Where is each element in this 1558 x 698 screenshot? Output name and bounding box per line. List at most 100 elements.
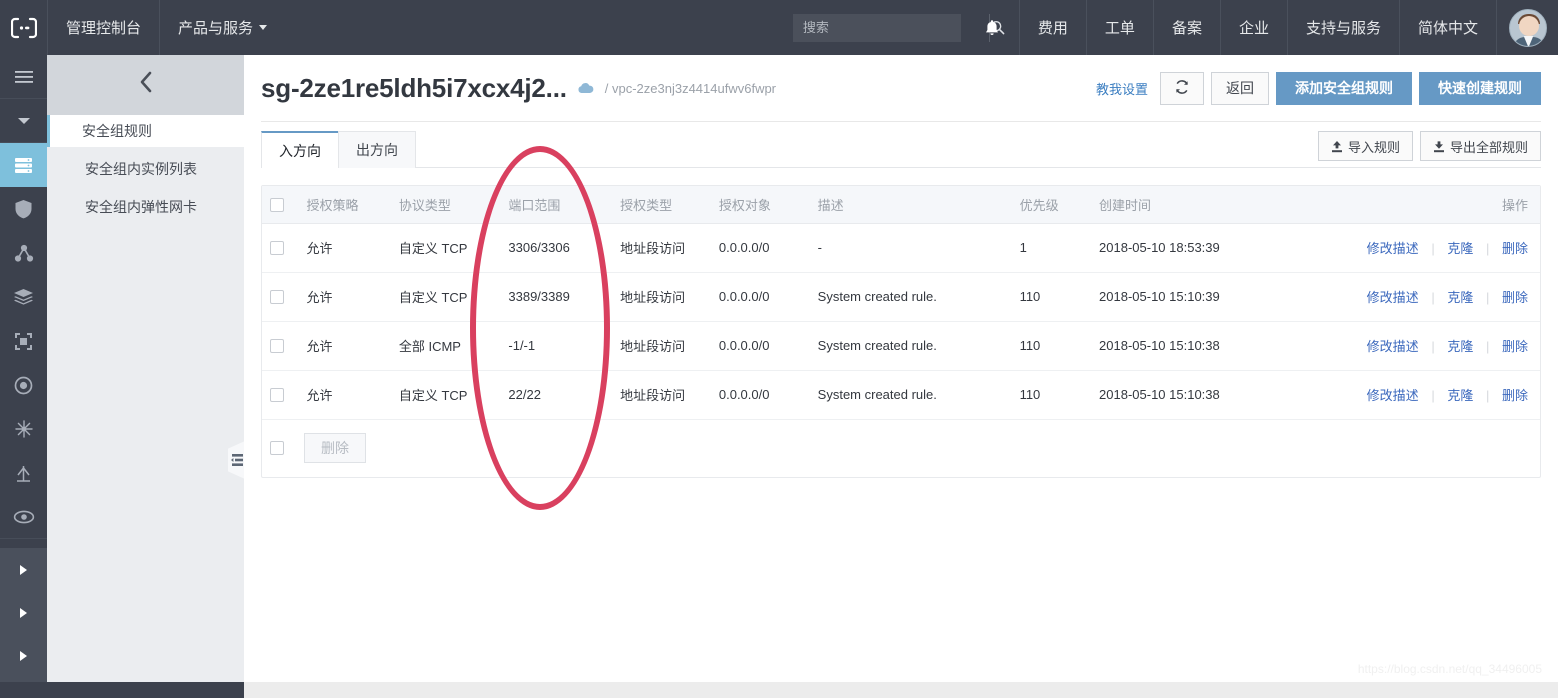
snowflake-icon[interactable] xyxy=(0,407,47,451)
triangle-right-icon[interactable] xyxy=(0,548,47,591)
triangle-right-icon[interactable] xyxy=(0,634,47,677)
column-header-protocol: 协议类型 xyxy=(390,186,501,224)
op-separator: | xyxy=(1485,388,1490,403)
nav-item-support[interactable]: 支持与服务 xyxy=(1286,0,1399,55)
cell-priority: 110 xyxy=(1011,370,1092,420)
avatar[interactable] xyxy=(1508,8,1547,47)
edit-description-link[interactable]: 修改描述 xyxy=(1367,339,1419,354)
refresh-button[interactable] xyxy=(1160,71,1204,105)
clone-link[interactable]: 克隆 xyxy=(1447,388,1473,403)
clone-link[interactable]: 克隆 xyxy=(1447,241,1473,256)
sub-sidebar: 安全组规则 安全组内实例列表 安全组内弹性网卡 xyxy=(47,55,244,698)
batch-delete-button[interactable]: 删除 xyxy=(304,433,366,464)
table-row[interactable]: 允许 自定义 TCP 22/22 地址段访问 0.0.0.0/0 System … xyxy=(262,370,1540,420)
chevron-down-icon[interactable] xyxy=(0,99,47,143)
sidebar-collapse-button[interactable] xyxy=(47,55,244,115)
sidebar-item-eni-list[interactable]: 安全组内弹性网卡 xyxy=(47,191,244,223)
delete-link[interactable]: 删除 xyxy=(1502,290,1528,305)
cell-port-range: 3306/3306 xyxy=(500,223,613,273)
row-checkbox[interactable] xyxy=(270,241,284,256)
nav-item-products-label: 产品与服务 xyxy=(178,20,254,37)
edit-description-link[interactable]: 修改描述 xyxy=(1367,388,1419,403)
target-icon[interactable] xyxy=(0,363,47,407)
sidebar-item-label: 安全组规则 xyxy=(82,123,152,139)
import-rules-button[interactable]: 导入规则 xyxy=(1317,131,1413,161)
cell-description: System created rule. xyxy=(809,321,1012,371)
header-actions: 教我设置 返回 添加安全组规则 快速创建规则 xyxy=(1096,71,1541,105)
table-footer-row: 删除 xyxy=(262,419,1540,477)
eye-icon[interactable] xyxy=(0,495,47,539)
chevron-down-icon xyxy=(259,25,268,30)
export-all-rules-button[interactable]: 导出全部规则 xyxy=(1419,131,1541,161)
column-header-priority: 优先级 xyxy=(1011,186,1092,224)
back-button[interactable]: 返回 xyxy=(1211,71,1269,105)
nav-item-tickets[interactable]: 工单 xyxy=(1085,0,1153,55)
shield-icon[interactable] xyxy=(0,187,47,231)
nav-item-tickets-label: 工单 xyxy=(1104,20,1135,37)
cell-auth-object: 0.0.0.0/0 xyxy=(710,321,810,371)
table-header-row: 授权策略 协议类型 端口范围 授权类型 授权对象 描述 优先级 创建时间 操作 xyxy=(262,186,1540,224)
search-box[interactable] xyxy=(792,13,1005,42)
sidebar-item-instance-list[interactable]: 安全组内实例列表 xyxy=(47,153,244,185)
table-row[interactable]: 允许 自定义 TCP 3389/3389 地址段访问 0.0.0.0/0 Sys… xyxy=(262,272,1540,322)
nav-item-console[interactable]: 管理控制台 xyxy=(47,0,159,55)
tab-inbound-label: 入方向 xyxy=(279,142,321,159)
row-checkbox[interactable] xyxy=(270,388,284,403)
delete-link[interactable]: 删除 xyxy=(1502,241,1528,256)
table-footer-cell: 删除 xyxy=(262,419,1540,477)
edit-description-link[interactable]: 修改描述 xyxy=(1367,290,1419,305)
select-all-checkbox[interactable] xyxy=(270,198,284,213)
search-container xyxy=(789,0,1005,55)
nav-item-icp[interactable]: 备案 xyxy=(1152,0,1220,55)
nav-item-language[interactable]: 简体中文 xyxy=(1398,0,1496,55)
console-logo-icon[interactable] xyxy=(0,0,47,55)
row-checkbox[interactable] xyxy=(270,290,284,305)
table-row[interactable]: 允许 全部 ICMP -1/-1 地址段访问 0.0.0.0/0 System … xyxy=(262,321,1540,371)
sidebar-item-label: 安全组内弹性网卡 xyxy=(85,199,197,215)
cell-policy: 允许 xyxy=(298,321,391,371)
clone-link[interactable]: 克隆 xyxy=(1447,290,1473,305)
download-icon xyxy=(1433,140,1445,153)
clone-link[interactable]: 克隆 xyxy=(1447,339,1473,354)
row-select-cell xyxy=(262,370,299,420)
quick-create-rule-button[interactable]: 快速创建规则 xyxy=(1419,71,1541,105)
add-security-group-rule-button[interactable]: 添加安全组规则 xyxy=(1276,71,1412,105)
sidebar-item-security-groups[interactable] xyxy=(0,143,47,187)
footer-select-all-checkbox[interactable] xyxy=(270,441,284,456)
top-navigation-bar: 管理控制台 产品与服务 费用 工单 备案 企业 xyxy=(0,0,1558,55)
op-separator: | xyxy=(1485,290,1490,305)
row-checkbox[interactable] xyxy=(270,339,284,354)
page-header: sg-2ze1re5ldh5i7xcx4j2... / vpc-2ze3nj3z… xyxy=(261,55,1541,122)
row-select-cell xyxy=(262,321,299,371)
tab-inbound[interactable]: 入方向 xyxy=(261,131,339,168)
table-row[interactable]: 允许 自定义 TCP 3306/3306 地址段访问 0.0.0.0/0 - 1… xyxy=(262,223,1540,273)
cell-priority: 1 xyxy=(1011,223,1092,273)
teach-me-link[interactable]: 教我设置 xyxy=(1096,79,1148,98)
sidebar-item-security-group-rules[interactable]: 安全组规则 xyxy=(47,115,244,147)
triangle-right-icon[interactable] xyxy=(0,591,47,634)
cell-created-time: 2018-05-10 18:53:39 xyxy=(1091,223,1326,273)
hamburger-menu-icon[interactable] xyxy=(0,55,47,99)
layers-icon[interactable] xyxy=(0,275,47,319)
column-header-policy: 授权策略 xyxy=(298,186,391,224)
delete-link[interactable]: 删除 xyxy=(1502,339,1528,354)
nav-item-enterprise[interactable]: 企业 xyxy=(1219,0,1287,55)
cell-port-range: 3389/3389 xyxy=(500,272,613,322)
cell-auth-type: 地址段访问 xyxy=(612,272,711,322)
scale-balance-icon[interactable] xyxy=(0,451,47,495)
network-nodes-icon[interactable] xyxy=(0,231,47,275)
cell-port-range: 22/22 xyxy=(500,370,613,420)
quick-create-label: 快速创建规则 xyxy=(1438,80,1522,96)
cell-auth-object: 0.0.0.0/0 xyxy=(710,370,810,420)
tab-outbound[interactable]: 出方向 xyxy=(338,131,416,168)
edit-description-link[interactable]: 修改描述 xyxy=(1367,241,1419,256)
notification-bell-icon[interactable] xyxy=(965,0,1019,55)
nav-item-billing[interactable]: 费用 xyxy=(1018,0,1086,55)
nav-item-products[interactable]: 产品与服务 xyxy=(159,0,285,55)
search-input[interactable] xyxy=(792,14,989,41)
avatar-container[interactable] xyxy=(1496,0,1558,55)
delete-link[interactable]: 删除 xyxy=(1502,388,1528,403)
container-icon[interactable] xyxy=(0,319,47,363)
avatar-face xyxy=(1518,15,1539,36)
